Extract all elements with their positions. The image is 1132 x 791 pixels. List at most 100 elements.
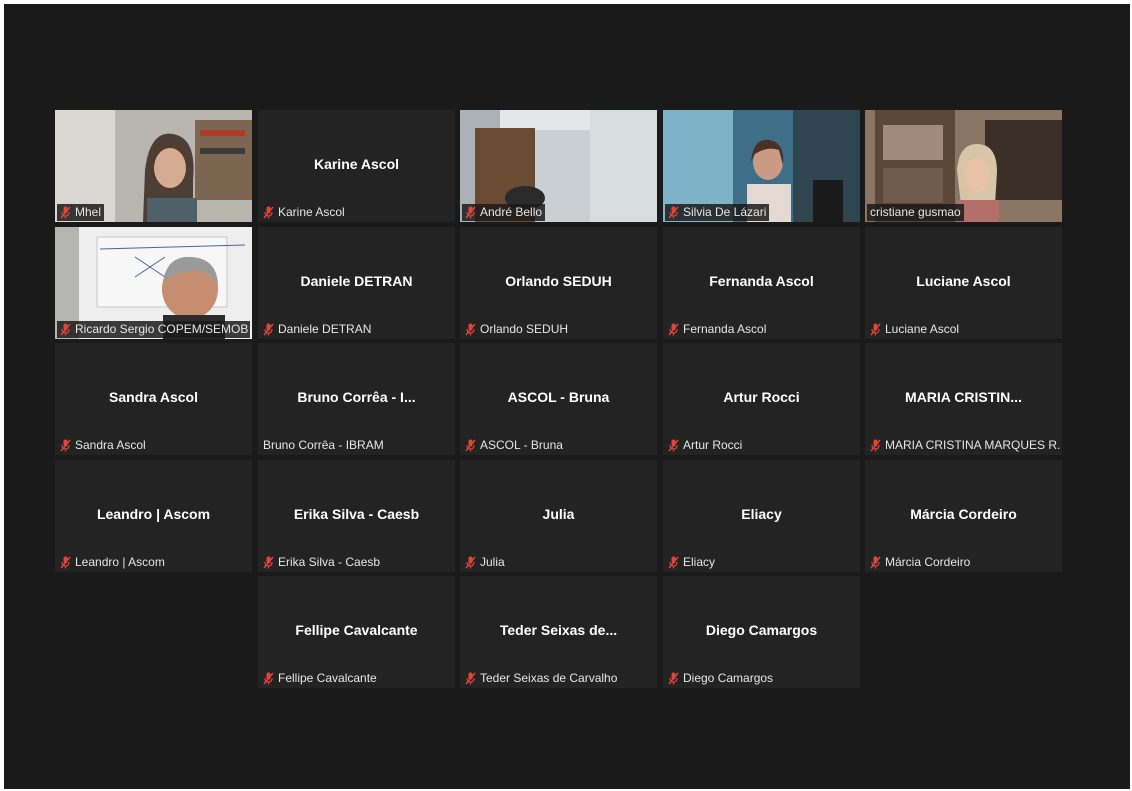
mic-muted-icon	[668, 439, 679, 452]
participant-tile[interactable]: cristiane gusmao	[865, 110, 1062, 222]
participant-display-name: Márcia Cordeiro	[910, 506, 1017, 522]
mic-muted-icon	[465, 439, 476, 452]
participant-name: ASCOL - Bruna	[480, 438, 563, 452]
participant-name: MARIA CRISTINA MARQUES R...	[885, 438, 1060, 452]
participant-nametag: Eliacy	[665, 554, 718, 571]
participant-name: Fellipe Cavalcante	[278, 671, 377, 685]
participant-display-name: MARIA CRISTIN...	[905, 389, 1022, 405]
participant-nametag: ASCOL - Bruna	[462, 437, 566, 454]
participant-name: Luciane Ascol	[885, 322, 960, 336]
participant-display-name: Luciane Ascol	[916, 273, 1011, 289]
mic-muted-icon	[668, 556, 679, 569]
participant-nametag: Artur Rocci	[665, 437, 745, 454]
participant-display-name: Sandra Ascol	[109, 389, 198, 405]
participant-tile[interactable]: Fellipe Cavalcante Fellipe Cavalcante	[258, 576, 455, 688]
participant-tile[interactable]: Teder Seixas de... Teder Seixas de Carval…	[460, 576, 657, 688]
mic-muted-icon	[60, 206, 71, 219]
mic-muted-icon	[668, 206, 679, 219]
participant-nametag: Mhel	[57, 204, 105, 221]
participant-tile[interactable]: Julia Julia	[460, 460, 657, 572]
participant-tile[interactable]: Diego Camargos Diego Camargos	[663, 576, 860, 688]
participant-tile[interactable]: Márcia Cordeiro Márcia Cordeiro	[865, 460, 1062, 572]
participant-nametag: Leandro | Ascom	[57, 554, 168, 571]
mic-muted-icon	[870, 439, 881, 452]
participant-tile[interactable]: Mhel	[55, 110, 252, 222]
participant-name: Teder Seixas de Carvalho	[480, 671, 618, 685]
participant-tile[interactable]: Artur Rocci Artur Rocci	[663, 343, 860, 455]
participant-tile[interactable]: Leandro | Ascom Leandro | Ascom	[55, 460, 252, 572]
mic-muted-icon	[263, 206, 274, 219]
mic-muted-icon	[263, 556, 274, 569]
participant-display-name: Erika Silva - Caesb	[293, 506, 420, 522]
participant-nametag: Erika Silva - Caesb	[260, 554, 383, 571]
participant-display-name: ASCOL - Bruna	[507, 389, 610, 405]
participant-nametag: Diego Camargos	[665, 670, 776, 687]
mic-muted-icon	[60, 323, 71, 336]
participant-nametag: Karine Ascol	[260, 204, 348, 221]
mic-muted-icon	[870, 323, 881, 336]
mic-muted-icon	[668, 672, 679, 685]
participant-display-name: Artur Rocci	[723, 389, 800, 405]
participant-tile[interactable]: André Bello	[460, 110, 657, 222]
mic-muted-icon	[870, 556, 881, 569]
participant-tile[interactable]: Sandra Ascol Sandra Ascol	[55, 343, 252, 455]
participant-display-name: Daniele DETRAN	[300, 273, 413, 289]
mic-muted-icon	[60, 439, 71, 452]
participant-display-name: Teder Seixas de...	[499, 622, 618, 638]
participant-display-name: Karine Ascol	[313, 156, 400, 172]
participant-tile[interactable]: Bruno Corrêa - I... Bruno Corrêa - IBRAM	[258, 343, 455, 455]
participant-name: Bruno Corrêa - IBRAM	[263, 438, 384, 452]
participant-nametag: Bruno Corrêa - IBRAM	[260, 437, 387, 454]
participant-tile[interactable]: Ricardo Sergio COPEM/SEMOB	[55, 227, 252, 339]
participant-display-name: Leandro | Ascom	[96, 506, 211, 522]
participant-nametag: Orlando SEDUH	[462, 321, 571, 338]
participant-name: Fernanda Ascol	[683, 322, 767, 336]
participant-nametag: André Bello	[462, 204, 546, 221]
mic-muted-icon	[465, 556, 476, 569]
participant-display-name: Fellipe Cavalcante	[295, 622, 418, 638]
participant-name: Sandra Ascol	[75, 438, 146, 452]
participant-tile[interactable]: Eliacy Eliacy	[663, 460, 860, 572]
participant-name: Karine Ascol	[278, 205, 345, 219]
participant-nametag: Ricardo Sergio COPEM/SEMOB	[57, 321, 250, 338]
participant-nametag: cristiane gusmao	[867, 204, 964, 221]
participant-name: Daniele DETRAN	[278, 322, 372, 336]
participant-tile[interactable]: Fernanda Ascol Fernanda Ascol	[663, 227, 860, 339]
participant-name: Ricardo Sergio COPEM/SEMOB	[75, 322, 249, 336]
participant-tile[interactable]: MARIA CRISTIN... MARIA CRISTINA MARQUES R…	[865, 343, 1062, 455]
participant-nametag: Silvia De Lázari	[665, 204, 770, 221]
mic-muted-icon	[668, 323, 679, 336]
participant-tile[interactable]: Silvia De Lázari	[663, 110, 860, 222]
participant-tile[interactable]: Orlando SEDUH Orlando SEDUH	[460, 227, 657, 339]
mic-muted-icon	[465, 323, 476, 336]
mic-muted-icon	[263, 672, 274, 685]
participant-name: Orlando SEDUH	[480, 322, 569, 336]
participant-display-name: Fernanda Ascol	[709, 273, 814, 289]
participant-nametag: Fernanda Ascol	[665, 321, 769, 338]
participant-nametag: Fellipe Cavalcante	[260, 670, 380, 687]
participant-nametag: Luciane Ascol	[867, 321, 962, 338]
participant-name: Leandro | Ascom	[75, 555, 165, 569]
participant-display-name: Bruno Corrêa - I...	[297, 389, 416, 405]
participant-display-name: Orlando SEDUH	[505, 273, 612, 289]
participant-tile[interactable]: Erika Silva - Caesb Erika Silva - Caesb	[258, 460, 455, 572]
participant-name: Márcia Cordeiro	[885, 555, 971, 569]
participant-tile[interactable]: Karine Ascol Karine Ascol	[258, 110, 455, 222]
mic-muted-icon	[263, 323, 274, 336]
participant-nametag: Daniele DETRAN	[260, 321, 374, 338]
participant-tile[interactable]: ASCOL - Bruna ASCOL - Bruna	[460, 343, 657, 455]
mic-muted-icon	[60, 556, 71, 569]
participant-name: Julia	[480, 555, 505, 569]
gallery-view: Mhel Karine Ascol Karine Ascol André Bello S…	[4, 4, 1130, 789]
participant-name: Artur Rocci	[683, 438, 743, 452]
participant-tile[interactable]: Luciane Ascol Luciane Ascol	[865, 227, 1062, 339]
participant-nametag: Sandra Ascol	[57, 437, 149, 454]
participant-name: Eliacy	[683, 555, 716, 569]
participant-name: Silvia De Lázari	[683, 205, 767, 219]
participant-name: André Bello	[480, 205, 543, 219]
participant-display-name: Diego Camargos	[705, 622, 818, 638]
participant-nametag: Márcia Cordeiro	[867, 554, 973, 571]
participant-name: Erika Silva - Caesb	[278, 555, 381, 569]
participant-name: Diego Camargos	[683, 671, 774, 685]
participant-tile[interactable]: Daniele DETRAN Daniele DETRAN	[258, 227, 455, 339]
